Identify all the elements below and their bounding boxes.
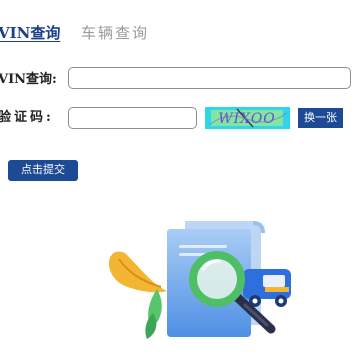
leaf-icon bbox=[108, 251, 167, 339]
submit-button[interactable]: 点击提交 bbox=[8, 160, 78, 181]
truck-icon bbox=[243, 269, 291, 307]
captcha-label: 验证码: bbox=[0, 110, 54, 125]
captcha-graphic: WIXOO bbox=[205, 107, 290, 129]
tab-vehicle-query[interactable]: 车辆查询 bbox=[81, 23, 149, 43]
captcha-image[interactable]: WIXOO bbox=[205, 107, 290, 129]
vin-label: VIN查询: bbox=[0, 72, 57, 87]
search-illustration bbox=[108, 221, 291, 339]
refresh-captcha-button[interactable]: 换一张 bbox=[298, 108, 343, 128]
vin-query-page: VIN查询 车辆查询 VIN查询: 验证码: WIXOO 换一张 点击提交 bbox=[0, 0, 360, 360]
vin-input[interactable] bbox=[68, 67, 351, 89]
captcha-input[interactable] bbox=[68, 107, 197, 129]
captcha-text: WIXOO bbox=[218, 111, 276, 127]
tab-vin-query[interactable]: VIN查询 bbox=[0, 23, 60, 43]
